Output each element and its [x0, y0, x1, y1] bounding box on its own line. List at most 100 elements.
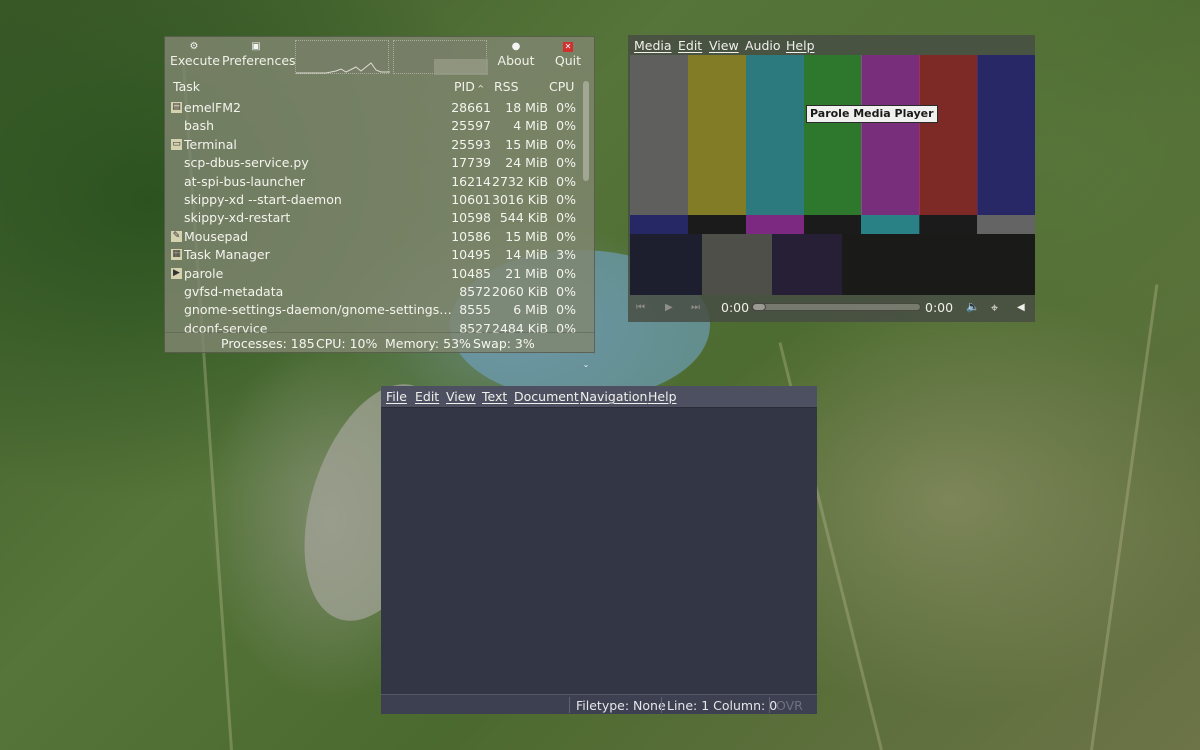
previous-icon[interactable]: ⏮ — [636, 302, 645, 313]
task-cpu: 0% — [556, 100, 576, 115]
next-icon[interactable]: ⏭ — [691, 302, 700, 313]
color-bar — [861, 55, 920, 215]
video-area[interactable] — [630, 55, 1035, 295]
menu-help[interactable]: Help — [786, 38, 815, 53]
scroll-down-icon[interactable]: ⌄ — [581, 360, 591, 369]
color-bar-bottom — [630, 234, 702, 295]
task-cpu: 0% — [556, 118, 576, 134]
task-pid: 17739 — [451, 155, 491, 171]
pid-header-label: PID — [454, 79, 475, 94]
menu-help[interactable]: Help — [648, 389, 677, 404]
task-manager-status-bar: Processes: 185 CPU: 10% Memory: 53% Swap… — [165, 332, 594, 352]
task-cpu: 3% — [556, 247, 576, 263]
column-header-pid[interactable]: PID ^ — [454, 79, 484, 98]
cpu-graph — [295, 40, 390, 74]
task-pid: 8572 — [459, 284, 491, 299]
memory-graph — [393, 40, 488, 75]
color-bar — [803, 55, 862, 215]
process-list: Task PID ^ RSS CPU ▤ emelFM2 28661 18 MiB 0%… — [170, 79, 581, 369]
task-cpu: 0% — [556, 284, 576, 299]
scrollbar-thumb[interactable] — [583, 81, 589, 181]
column-header-cpu[interactable]: CPU — [549, 79, 574, 98]
status-separator — [569, 697, 570, 713]
about-button[interactable]: ● About — [495, 40, 537, 68]
filetype-status[interactable]: Filetype: None — [576, 698, 666, 713]
table-row[interactable]: ▭ Terminal 25593 15 MiB 0% — [170, 136, 581, 154]
task-rss: 3016 KiB — [492, 192, 549, 207]
menu-text[interactable]: Text — [482, 389, 507, 404]
task-pid: 8555 — [459, 302, 491, 318]
table-row[interactable]: ▦ Task Manager 10495 14 MiB 3% — [170, 246, 581, 264]
swap-usage: Swap: 3% — [473, 336, 535, 351]
column-header-rss[interactable]: RSS — [494, 79, 519, 98]
menu-document[interactable]: Document — [514, 389, 579, 404]
table-row[interactable]: scp-dbus-service.py 17739 24 MiB 0% — [170, 154, 581, 172]
task-name: bash — [184, 118, 215, 134]
task-manager-toolbar: ⚙ Execute ▣ Preferences ● About ✕ Quit — [165, 37, 594, 77]
menu-view[interactable]: View — [709, 38, 739, 53]
fullscreen-icon[interactable]: ⌖ — [991, 300, 998, 316]
preferences-button[interactable]: ▣ Preferences — [222, 40, 296, 68]
table-row[interactable]: gnome-settings-daemon/gnome-settings-dae… — [170, 301, 581, 319]
table-row[interactable]: at-spi-bus-launcher 16214 2732 KiB 0% — [170, 173, 581, 191]
memory-usage: Memory: 53% — [385, 336, 471, 351]
task-name: emelFM2 — [184, 100, 241, 115]
overwrite-mode[interactable]: OVR — [776, 698, 803, 713]
menu-navigation[interactable]: Navigation — [580, 389, 647, 404]
menu-edit[interactable]: Edit — [415, 389, 439, 404]
table-row[interactable]: ▤ emelFM2 28661 18 MiB 0% — [170, 99, 581, 117]
menu-audio[interactable]: Audio — [745, 38, 781, 53]
seek-slider[interactable] — [751, 303, 921, 311]
execute-label: Execute — [170, 53, 220, 68]
table-row[interactable]: ▶ parole 10485 21 MiB 0% — [170, 265, 581, 283]
play-icon[interactable]: ▶ — [665, 302, 673, 313]
volume-icon[interactable]: 🔈 — [966, 300, 980, 313]
color-bar — [919, 55, 978, 215]
task-rss: 21 MiB — [505, 265, 548, 281]
table-row[interactable]: skippy-xd-restart 10598 544 KiB 0% — [170, 209, 581, 227]
menu-media[interactable]: Media — [634, 38, 672, 53]
color-bar-strip — [861, 215, 920, 234]
task-pid: 28661 — [451, 100, 491, 115]
seek-knob[interactable] — [752, 303, 766, 311]
task-rss: 2732 KiB — [492, 173, 549, 189]
task-pid: 10485 — [451, 265, 491, 281]
task-cpu: 0% — [556, 173, 576, 189]
task-manager-window: ⚙ Execute ▣ Preferences ● About ✕ Quit T… — [164, 36, 595, 369]
task-cpu: 0% — [556, 210, 576, 226]
task-name: Task Manager — [184, 247, 270, 263]
quit-button[interactable]: ✕ Quit — [551, 40, 585, 68]
task-pid: 10586 — [451, 228, 491, 244]
task-cpu: 0% — [556, 192, 576, 207]
color-bar — [977, 55, 1035, 215]
table-row[interactable]: skippy-xd --start-daemon 10601 3016 KiB 0% — [170, 191, 581, 209]
table-row[interactable]: gvfsd-metadata 8572 2060 KiB 0% — [170, 283, 581, 301]
table-row[interactable]: bash 25597 4 MiB 0% — [170, 117, 581, 135]
task-cpu: 0% — [556, 155, 576, 171]
column-header-task[interactable]: Task — [173, 79, 200, 98]
task-cpu: 0% — [556, 302, 576, 318]
color-bar-bottom — [702, 234, 772, 295]
menu-edit[interactable]: Edit — [678, 38, 702, 53]
media-player-icon: ▶ — [171, 267, 182, 279]
cpu-graph-line — [296, 62, 390, 74]
execute-button[interactable]: ⚙ Execute — [170, 40, 220, 68]
text-editor-area[interactable] — [381, 407, 817, 694]
color-bar-strip — [977, 215, 1035, 234]
menu-view[interactable]: View — [446, 389, 476, 404]
menu-file[interactable]: File — [386, 389, 407, 404]
task-cpu: 0% — [556, 136, 576, 152]
task-cpu: 0% — [556, 228, 576, 244]
table-row[interactable]: ✎ Mousepad 10586 15 MiB 0% — [170, 228, 581, 246]
task-name: gvfsd-metadata — [184, 284, 284, 299]
back-icon[interactable]: ◀ — [1017, 302, 1025, 313]
task-pid: 10495 — [451, 247, 491, 263]
sort-ascending-icon: ^ — [474, 84, 485, 93]
color-bar-strip — [745, 215, 805, 234]
file-manager-icon: ▤ — [171, 102, 182, 113]
task-name: skippy-xd-restart — [184, 210, 291, 226]
task-pid: 10598 — [451, 210, 491, 226]
task-name: gnome-settings-daemon/gnome-settings-dae… — [184, 302, 452, 318]
task-pid: 25597 — [451, 118, 491, 134]
process-list-scrollbar[interactable]: ⌄ — [581, 79, 591, 369]
